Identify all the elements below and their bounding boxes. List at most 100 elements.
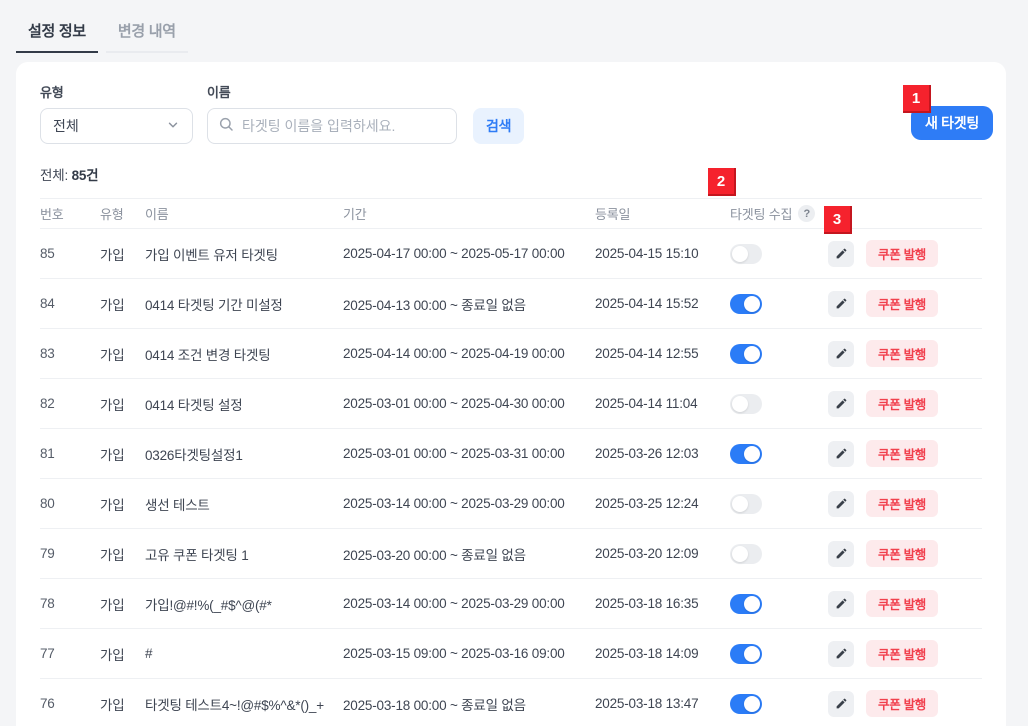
cell-no: 79 xyxy=(40,546,100,561)
collect-toggle[interactable] xyxy=(730,444,762,464)
search-button[interactable]: 검색 xyxy=(473,108,524,144)
cell-period: 2025-03-20 00:00 ~ 종료일 없음 xyxy=(343,544,595,564)
cell-name: 가입 이벤트 유저 타겟팅 xyxy=(145,244,343,264)
cell-period: 2025-04-13 00:00 ~ 종료일 없음 xyxy=(343,294,595,314)
name-filter-group: 이름 검색 xyxy=(207,82,524,144)
type-filter-label: 유형 xyxy=(40,82,193,101)
header-registered: 등록일 xyxy=(595,204,730,223)
cell-period: 2025-04-17 00:00 ~ 2025-05-17 00:00 xyxy=(343,246,595,261)
table-row: 85 가입 가입 이벤트 유저 타겟팅 2025-04-17 00:00 ~ 2… xyxy=(40,229,982,279)
cell-type: 가입 xyxy=(100,244,145,264)
cell-registered: 2025-03-18 16:35 xyxy=(595,596,730,611)
cell-period: 2025-03-18 00:00 ~ 종료일 없음 xyxy=(343,694,595,714)
cell-registered: 2025-03-20 12:09 xyxy=(595,546,730,561)
total-count-row: 전체: 85건 xyxy=(40,164,982,199)
edit-button[interactable] xyxy=(828,241,854,267)
edit-button[interactable] xyxy=(828,391,854,417)
coupon-issue-button[interactable]: 쿠폰 발행 xyxy=(866,390,938,417)
edit-button[interactable] xyxy=(828,591,854,617)
cell-registered: 2025-04-14 11:04 xyxy=(595,396,730,411)
header-period: 기간 xyxy=(343,204,595,223)
cell-no: 81 xyxy=(40,446,100,461)
tabbar: 설정 정보 변경 내역 xyxy=(0,0,1028,53)
type-select[interactable]: 전체 xyxy=(40,108,193,144)
collect-toggle[interactable] xyxy=(730,344,762,364)
table-row: 77 가입 # 2025-03-15 09:00 ~ 2025-03-16 09… xyxy=(40,629,982,679)
coupon-issue-button[interactable]: 쿠폰 발행 xyxy=(866,490,938,517)
pencil-icon xyxy=(835,497,848,510)
cell-registered: 2025-04-15 15:10 xyxy=(595,246,730,261)
cell-period: 2025-03-01 00:00 ~ 2025-04-30 00:00 xyxy=(343,396,595,411)
cell-name: 0414 조건 변경 타겟팅 xyxy=(145,344,343,364)
collect-toggle[interactable] xyxy=(730,544,762,564)
cell-name: 0414 타겟팅 기간 미설정 xyxy=(145,294,343,314)
coupon-issue-button[interactable]: 쿠폰 발행 xyxy=(866,290,938,317)
table-row: 80 가입 생선 테스트 2025-03-14 00:00 ~ 2025-03-… xyxy=(40,479,982,529)
table-row: 76 가입 타겟팅 테스트4~!@#$%^&*()_+ 2025-03-18 0… xyxy=(40,679,982,726)
edit-button[interactable] xyxy=(828,291,854,317)
tab-change-history[interactable]: 변경 내역 xyxy=(106,14,188,53)
edit-button[interactable] xyxy=(828,491,854,517)
collect-toggle[interactable] xyxy=(730,694,762,714)
tab-settings-info[interactable]: 설정 정보 xyxy=(16,14,98,53)
search-input[interactable] xyxy=(242,118,446,134)
collect-toggle[interactable] xyxy=(730,494,762,514)
coupon-issue-button[interactable]: 쿠폰 발행 xyxy=(866,690,938,717)
table-row: 82 가입 0414 타겟팅 설정 2025-03-01 00:00 ~ 202… xyxy=(40,379,982,429)
type-select-value: 전체 xyxy=(53,116,79,136)
coupon-issue-button[interactable]: 쿠폰 발행 xyxy=(866,640,938,667)
header-no: 번호 xyxy=(40,204,100,223)
table-row: 78 가입 가입!@#!%(_#$^@(#* 2025-03-14 00:00 … xyxy=(40,579,982,629)
help-icon[interactable]: ? xyxy=(798,205,815,222)
collect-toggle[interactable] xyxy=(730,244,762,264)
collect-toggle[interactable] xyxy=(730,294,762,314)
edit-button[interactable] xyxy=(828,691,854,717)
coupon-issue-button[interactable]: 쿠폰 발행 xyxy=(866,440,938,467)
pencil-icon xyxy=(835,347,848,360)
collect-toggle[interactable] xyxy=(730,594,762,614)
cell-name: 0326타겟팅설정1 xyxy=(145,444,343,464)
cell-name: 타겟팅 테스트4~!@#$%^&*()_+ xyxy=(145,694,343,714)
edit-button[interactable] xyxy=(828,441,854,467)
cell-name: 고유 쿠폰 타겟팅 1 xyxy=(145,544,343,564)
coupon-issue-button[interactable]: 쿠폰 발행 xyxy=(866,540,938,567)
pencil-icon xyxy=(835,247,848,260)
type-filter-group: 유형 전체 xyxy=(40,82,193,144)
cell-type: 가입 xyxy=(100,544,145,564)
cell-registered: 2025-04-14 15:52 xyxy=(595,296,730,311)
total-count-value: 85건 xyxy=(72,168,99,183)
annotation-badge-3: 3 xyxy=(824,206,852,234)
edit-button[interactable] xyxy=(828,541,854,567)
cell-period: 2025-03-14 00:00 ~ 2025-03-29 00:00 xyxy=(343,596,595,611)
coupon-issue-button[interactable]: 쿠폰 발행 xyxy=(866,340,938,367)
cell-no: 82 xyxy=(40,396,100,411)
cell-name: 생선 테스트 xyxy=(145,494,343,514)
cell-type: 가입 xyxy=(100,644,145,664)
header-name: 이름 xyxy=(145,204,343,223)
cell-registered: 2025-03-18 13:47 xyxy=(595,696,730,711)
header-targeting-collect: 타겟팅 수집 xyxy=(730,204,792,223)
header-type: 유형 xyxy=(100,204,145,223)
coupon-issue-button[interactable]: 쿠폰 발행 xyxy=(866,240,938,267)
pencil-icon xyxy=(835,597,848,610)
edit-button[interactable] xyxy=(828,341,854,367)
cell-type: 가입 xyxy=(100,594,145,614)
cell-no: 77 xyxy=(40,646,100,661)
table-row: 81 가입 0326타겟팅설정1 2025-03-01 00:00 ~ 2025… xyxy=(40,429,982,479)
annotation-badge-2: 2 xyxy=(708,168,736,196)
cell-no: 78 xyxy=(40,596,100,611)
table-body: 85 가입 가입 이벤트 유저 타겟팅 2025-04-17 00:00 ~ 2… xyxy=(40,229,982,726)
coupon-issue-button[interactable]: 쿠폰 발행 xyxy=(866,590,938,617)
cell-period: 2025-03-14 00:00 ~ 2025-03-29 00:00 xyxy=(343,496,595,511)
table-row: 83 가입 0414 조건 변경 타겟팅 2025-04-14 00:00 ~ … xyxy=(40,329,982,379)
cell-registered: 2025-04-14 12:55 xyxy=(595,346,730,361)
cell-type: 가입 xyxy=(100,694,145,714)
pencil-icon xyxy=(835,647,848,660)
cell-period: 2025-03-15 09:00 ~ 2025-03-16 09:00 xyxy=(343,646,595,661)
filter-section: 유형 전체 이름 검색 xyxy=(40,82,982,144)
collect-toggle[interactable] xyxy=(730,644,762,664)
edit-button[interactable] xyxy=(828,641,854,667)
content-card: 유형 전체 이름 검색 전체: 85건 xyxy=(16,62,1006,726)
collect-toggle[interactable] xyxy=(730,394,762,414)
annotation-badge-1: 1 xyxy=(903,85,931,113)
